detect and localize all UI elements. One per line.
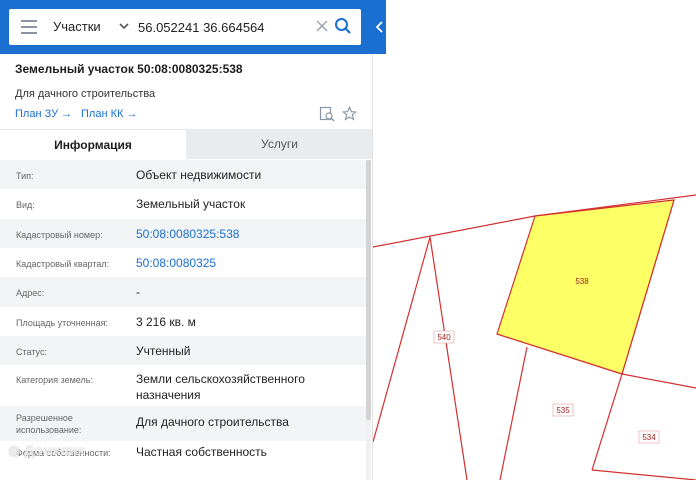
search-input[interactable] xyxy=(138,16,308,38)
info-panel: Земельный участок 50:08:0080325:538 Для … xyxy=(0,0,373,480)
plan-kk-label: План КК xyxy=(81,108,124,120)
info-value: - xyxy=(136,285,140,299)
plan-zu-label: План ЗУ xyxy=(15,108,59,120)
parcel-boundary xyxy=(429,236,468,480)
info-value: Учтенный xyxy=(136,344,191,358)
info-table: Тип: Объект недвижимости Вид: Земельный … xyxy=(0,160,366,470)
parcel-boundary xyxy=(372,236,431,443)
parcel-label-535: 535 xyxy=(556,406,570,415)
close-icon[interactable] xyxy=(315,19,329,33)
info-row-permitted-use: Разрешенное использование: Для дачного с… xyxy=(0,406,366,441)
parcel-boundary xyxy=(372,215,536,248)
hamburger-menu-icon[interactable] xyxy=(21,20,37,34)
info-label: Статус: xyxy=(16,347,47,357)
parcel-boundary xyxy=(591,373,623,471)
info-label: Тип: xyxy=(16,171,34,181)
info-label: Разрешенное использование: xyxy=(16,413,82,435)
watermark-text: Домклик xyxy=(24,442,85,458)
info-row-type: Тип: Объект недвижимости xyxy=(0,160,366,189)
search-icon[interactable] xyxy=(334,17,352,35)
arrow-right-icon: → xyxy=(61,108,73,120)
arrow-right-icon: → xyxy=(126,108,138,120)
layer-select[interactable]: Участки xyxy=(53,19,101,34)
search-header: Участки xyxy=(0,0,386,54)
info-value: 3 216 кв. м xyxy=(136,315,196,329)
cadastral-number-link[interactable]: 50:08:0080325:538 xyxy=(136,226,364,242)
search-box: Участки xyxy=(9,9,361,45)
info-label: Вид: xyxy=(16,200,35,210)
parcel-label-540: 540 xyxy=(437,333,451,342)
cadastral-quarter-link[interactable]: 50:08:0080325 xyxy=(136,255,364,271)
parcel-label-534: 534 xyxy=(642,433,656,442)
info-value: Объект недвижимости xyxy=(136,168,262,182)
info-label: Площадь уточненная: xyxy=(16,318,108,328)
chevron-left-icon xyxy=(375,21,383,33)
domclick-watermark: ◉ Домклик xyxy=(8,442,85,459)
star-icon[interactable] xyxy=(342,106,357,121)
tab-information[interactable]: Информация xyxy=(0,129,186,159)
parcel-boundary xyxy=(591,469,696,480)
info-value: Для дачного строительства xyxy=(136,415,289,429)
info-value: Земельный участок xyxy=(136,197,246,211)
info-value: Земли сельскохозяйственного назначения xyxy=(136,372,305,402)
parcel-purpose: Для дачного строительства xyxy=(15,88,156,100)
plan-zu-link[interactable]: План ЗУ → xyxy=(15,108,72,120)
parcel-label-538: 538 xyxy=(575,277,589,286)
tab-services[interactable]: Услуги xyxy=(186,129,372,159)
info-row-address: Адрес: - xyxy=(0,277,366,307)
parcel-boundary xyxy=(621,373,696,389)
chevron-down-icon[interactable] xyxy=(118,20,130,32)
info-row-cadastral-quarter: Кадастровый квартал: 50:08:0080325 xyxy=(0,248,366,277)
info-row-cadastral-number: Кадастровый номер: 50:08:0080325:538 xyxy=(0,219,366,248)
info-label: Кадастровый номер: xyxy=(16,230,103,240)
parcel-boundary xyxy=(499,346,528,480)
info-label: Адрес: xyxy=(16,288,45,298)
plan-kk-link[interactable]: План КК → xyxy=(81,108,137,120)
watermark-logo-icon: ◉ xyxy=(8,442,21,458)
parcel-title: Земельный участок 50:08:0080325:538 xyxy=(15,62,243,76)
scrollbar-thumb[interactable] xyxy=(366,160,371,420)
info-row-kind: Вид: Земельный участок xyxy=(0,189,366,219)
collapse-panel-button[interactable] xyxy=(373,0,386,54)
info-value: Частная собственность xyxy=(136,445,267,459)
info-row-land-category: Категория земель: Земли сельскохозяйстве… xyxy=(0,365,366,406)
info-label: Кадастровый квартал: xyxy=(16,259,110,269)
info-row-status: Статус: Учтенный xyxy=(0,336,366,365)
info-row-area: Площадь уточненная: 3 216 кв. м xyxy=(0,307,366,336)
document-search-icon[interactable] xyxy=(319,106,335,122)
selected-parcel-538[interactable] xyxy=(496,199,675,375)
info-label: Категория земель: xyxy=(16,375,93,385)
